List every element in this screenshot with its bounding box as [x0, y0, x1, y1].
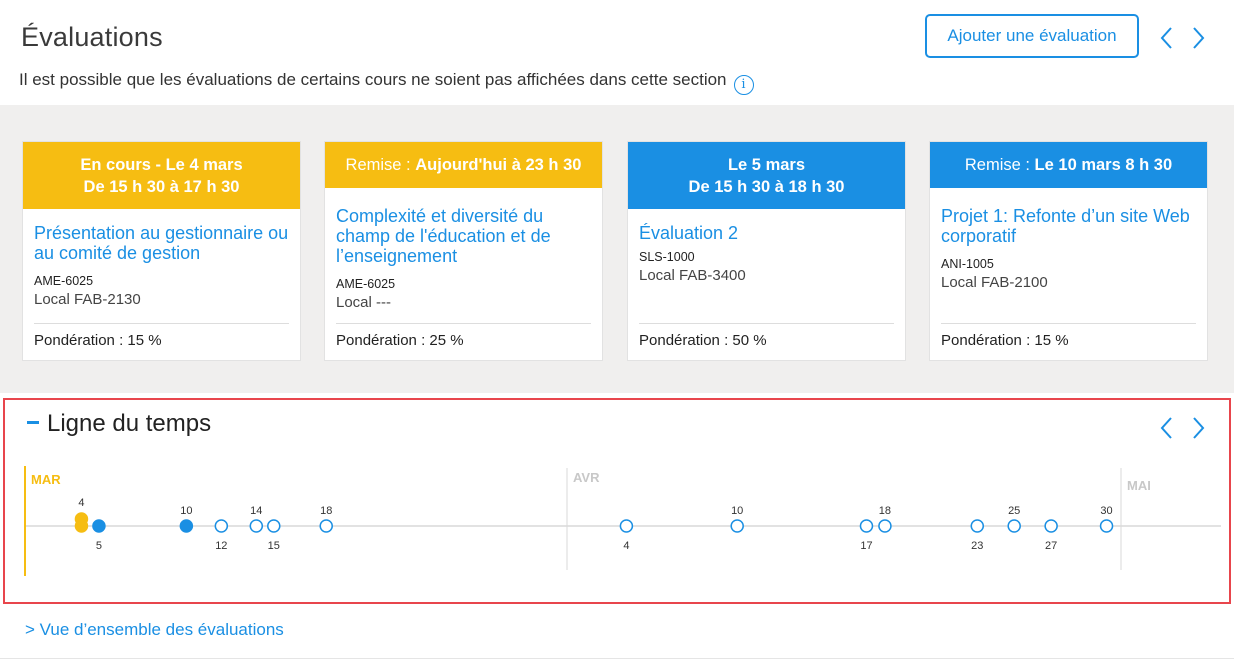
chevron-right-icon — [1193, 27, 1205, 49]
evaluation-card[interactable]: Le 5 mars De 15 h 30 à 18 h 30 Évaluatio… — [627, 141, 906, 361]
timeline-event-marker[interactable] — [970, 519, 985, 533]
timeline-event-day: 10 — [731, 505, 743, 517]
timeline-event-day: 30 — [1100, 505, 1112, 517]
page-subtitle: Il est possible que les évaluations de c… — [19, 70, 754, 95]
card-due-date: Aujourd'hui à 23 h 30 — [415, 156, 582, 174]
bottom-divider — [0, 658, 1234, 659]
timeline-event-marker[interactable] — [878, 519, 892, 533]
card-location: Local --- — [336, 294, 392, 311]
card-location: Local FAB-3400 — [639, 267, 746, 284]
timeline-event-day: 14 — [250, 505, 262, 517]
month-label: MAR — [31, 472, 61, 487]
timeline-event-marker[interactable] — [92, 519, 106, 533]
card-time: De 15 h 30 à 18 h 30 — [688, 177, 845, 196]
timeline-event-day: 5 — [96, 540, 102, 552]
card-date: En cours - Le 4 mars — [80, 155, 243, 174]
timeline-panel: Ligne du temps MAR AVR MAI 4 5 10 12 14 15 18 4 10 1… — [3, 398, 1231, 604]
card-course-code: AME-6025 — [336, 277, 396, 291]
card-divider — [336, 323, 591, 324]
timeline-event-marker[interactable] — [1044, 519, 1058, 533]
evaluation-cards-area: En cours - Le 4 mars De 15 h 30 à 17 h 3… — [0, 105, 1234, 393]
card-header: Remise : Le 10 mars 8 h 30 — [930, 142, 1207, 188]
timeline-event-marker[interactable] — [249, 519, 264, 533]
evaluation-card[interactable]: Remise : Le 10 mars 8 h 30 Projet 1: Ref… — [929, 141, 1208, 361]
card-title-link[interactable]: Présentation au gestionnaire ou au comit… — [34, 223, 289, 263]
card-course-code: SLS-1000 — [639, 250, 695, 264]
card-title-link[interactable]: Projet 1: Refonte d’un site Web corporat… — [941, 206, 1196, 246]
month-label: AVR — [573, 470, 600, 485]
card-location: Local FAB-2100 — [941, 274, 1048, 291]
overview-link[interactable]: > Vue d’ensemble des évaluations — [25, 620, 284, 640]
cards-prev-button[interactable] — [1155, 24, 1179, 52]
timeline-event-day: 10 — [180, 505, 192, 517]
card-weight: Pondération : 15 % — [941, 332, 1069, 349]
timeline-event-marker[interactable] — [179, 519, 194, 533]
timeline-event-day: 4 — [78, 497, 84, 509]
card-location: Local FAB-2130 — [34, 291, 141, 308]
timeline-event-day: 12 — [215, 540, 227, 552]
timeline-event-marker[interactable] — [319, 519, 333, 533]
card-course-code: AME-6025 — [34, 274, 94, 288]
timeline-event-day: 4 — [623, 540, 629, 552]
card-due-date: Le 10 mars 8 h 30 — [1034, 156, 1173, 174]
timeline-graph: MAR AVR MAI 4 5 10 12 14 15 18 4 10 17 18 23 25 27 30 — [24, 466, 1221, 576]
card-title-link[interactable]: Évaluation 2 — [639, 223, 894, 243]
card-course-code: ANI-1005 — [941, 257, 994, 271]
card-due-prefix: Remise : — [345, 156, 416, 174]
timeline-event-marker[interactable] — [730, 519, 744, 533]
timeline-event-day: 18 — [320, 505, 332, 517]
page-title: Évaluations — [21, 22, 163, 52]
evaluation-card[interactable]: En cours - Le 4 mars De 15 h 30 à 17 h 3… — [22, 141, 301, 361]
timeline-event-marker[interactable] — [619, 519, 634, 533]
card-header: Le 5 mars De 15 h 30 à 18 h 30 — [628, 142, 905, 209]
timeline-event-marker[interactable] — [74, 519, 89, 533]
card-divider — [639, 323, 894, 324]
card-divider — [34, 323, 289, 324]
month-label: MAI — [1127, 478, 1151, 493]
card-weight: Pondération : 15 % — [34, 332, 162, 349]
timeline-event-day: 23 — [971, 540, 983, 552]
info-icon[interactable]: i — [733, 75, 754, 95]
timeline-event-marker[interactable] — [267, 519, 281, 533]
card-header: Remise : Aujourd'hui à 23 h 30 — [325, 142, 602, 188]
timeline-event-marker[interactable] — [214, 519, 229, 533]
timeline-event-day: 25 — [1008, 505, 1020, 517]
card-divider — [941, 323, 1196, 324]
timeline-event-marker[interactable] — [859, 519, 874, 533]
timeline-event-day: 18 — [879, 505, 891, 517]
timeline-event-day: 27 — [1045, 540, 1057, 552]
timeline-event-day: 17 — [860, 540, 872, 552]
card-header: En cours - Le 4 mars De 15 h 30 à 17 h 3… — [23, 142, 300, 209]
chevron-left-icon — [1160, 27, 1172, 49]
add-evaluation-button[interactable]: Ajouter une évaluation — [925, 14, 1139, 58]
subtitle-text: Il est possible que les évaluations de c… — [19, 70, 727, 89]
card-due-prefix: Remise : — [964, 156, 1035, 174]
card-title-link[interactable]: Complexité et diversité du champ de l'éd… — [336, 206, 591, 266]
card-date: Le 5 mars — [727, 155, 806, 174]
evaluations-header: Évaluations Il est possible que les éval… — [0, 0, 1234, 105]
evaluation-card[interactable]: Remise : Aujourd'hui à 23 h 30 Complexit… — [324, 141, 603, 361]
card-weight: Pondération : 25 % — [336, 332, 464, 349]
cards-next-button[interactable] — [1186, 24, 1210, 52]
timeline-event-marker[interactable] — [1099, 519, 1114, 533]
card-time: De 15 h 30 à 17 h 30 — [83, 177, 240, 196]
card-weight: Pondération : 50 % — [639, 332, 767, 349]
timeline-event-day: 15 — [268, 540, 280, 552]
timeline-event-marker[interactable] — [1007, 519, 1021, 533]
